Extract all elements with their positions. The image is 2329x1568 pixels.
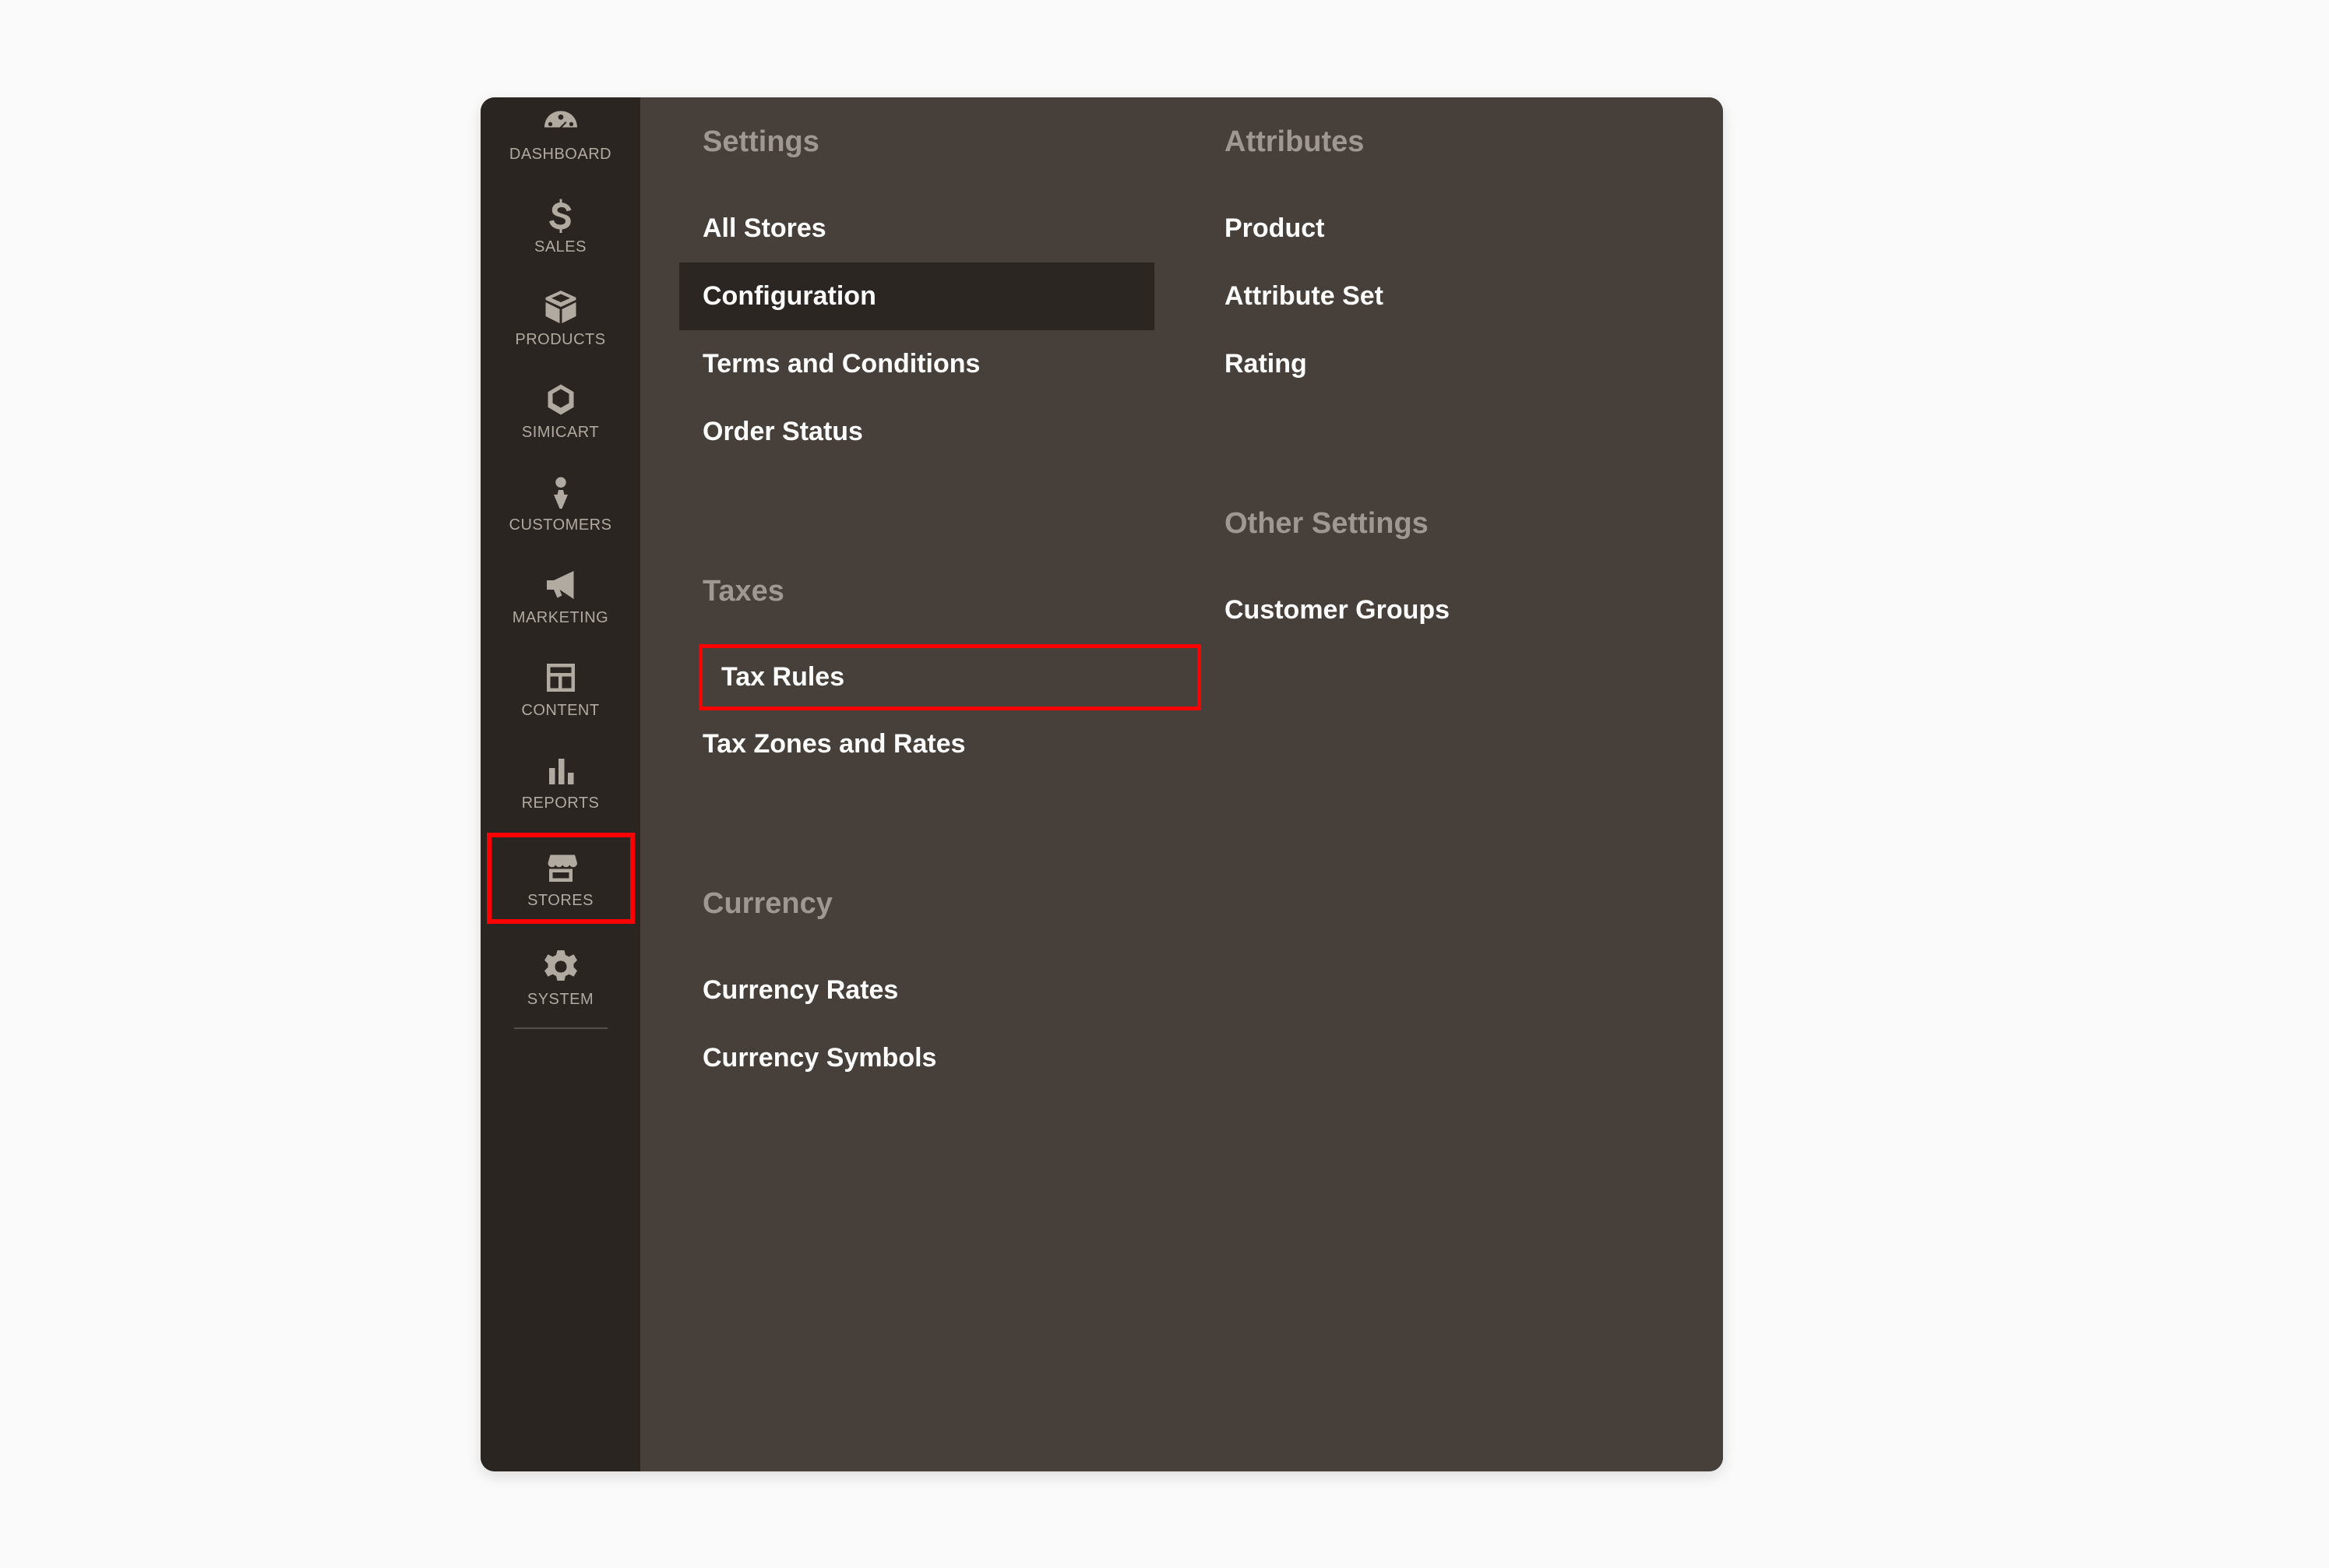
megaphone-icon <box>537 566 584 604</box>
nav-customers[interactable]: CUSTOMERS <box>481 456 640 548</box>
flyout-col-a: Settings All Stores Configuration Terms … <box>679 125 1201 1471</box>
nav-label: MARKETING <box>513 609 608 627</box>
nav-label: CONTENT <box>521 702 599 720</box>
nav-label: SALES <box>534 238 587 256</box>
link-terms[interactable]: Terms and Conditions <box>679 330 1201 398</box>
nav-label: SIMICART <box>522 424 599 442</box>
nav-label: SYSTEM <box>527 991 594 1009</box>
link-currency-symbols[interactable]: Currency Symbols <box>679 1024 1201 1092</box>
sidebar: DASHBOARD SALES PRODUCTS SIMICART <box>481 97 640 1471</box>
person-icon <box>537 473 584 512</box>
section-head-currency: Currency <box>703 887 1201 921</box>
nav-simicart[interactable]: SIMICART <box>481 363 640 456</box>
bar-chart-icon <box>537 751 584 790</box>
flyout-col-b: Attributes Product Attribute Set Rating … <box>1201 125 1723 1471</box>
section-head-other: Other Settings <box>1224 507 1723 541</box>
section-head-attributes: Attributes <box>1224 125 1723 159</box>
nav-sales[interactable]: SALES <box>481 178 640 270</box>
nav-stores[interactable]: STORES <box>487 833 635 924</box>
link-configuration[interactable]: Configuration <box>679 263 1154 330</box>
nav-marketing[interactable]: MARKETING <box>481 548 640 641</box>
nav-reports[interactable]: REPORTS <box>481 734 640 826</box>
nav-label: PRODUCTS <box>515 331 605 349</box>
gauge-icon <box>537 102 584 141</box>
gear-icon <box>537 947 584 986</box>
section-head-taxes: Taxes <box>703 575 1201 608</box>
link-all-stores[interactable]: All Stores <box>679 195 1201 263</box>
nav-label: DASHBOARD <box>509 146 611 164</box>
nav-products[interactable]: PRODUCTS <box>481 270 640 363</box>
link-order-status[interactable]: Order Status <box>679 398 1201 466</box>
nav-label: CUSTOMERS <box>509 516 612 534</box>
link-tax-rules[interactable]: Tax Rules <box>699 644 1201 710</box>
box-icon <box>537 287 584 326</box>
link-customer-groups[interactable]: Customer Groups <box>1201 576 1723 644</box>
nav-label: REPORTS <box>522 795 600 812</box>
nav-content[interactable]: CONTENT <box>481 641 640 734</box>
nav-label: STORES <box>527 892 594 910</box>
store-icon <box>537 848 584 887</box>
link-currency-rates[interactable]: Currency Rates <box>679 957 1201 1024</box>
layout-icon <box>537 658 584 697</box>
dollar-icon <box>537 195 584 234</box>
link-product[interactable]: Product <box>1201 195 1723 263</box>
hexagon-icon <box>537 380 584 419</box>
link-tax-zones[interactable]: Tax Zones and Rates <box>679 710 1201 778</box>
section-head-settings: Settings <box>703 125 1201 159</box>
link-rating[interactable]: Rating <box>1201 330 1723 398</box>
stores-flyout: Settings All Stores Configuration Terms … <box>640 97 1723 1471</box>
link-attribute-set[interactable]: Attribute Set <box>1201 263 1723 330</box>
nav-system[interactable]: SYSTEM <box>481 930 640 1023</box>
admin-panel: DASHBOARD SALES PRODUCTS SIMICART <box>481 97 1723 1471</box>
sidebar-divider <box>514 1027 608 1029</box>
nav-dashboard[interactable]: DASHBOARD <box>481 102 640 178</box>
